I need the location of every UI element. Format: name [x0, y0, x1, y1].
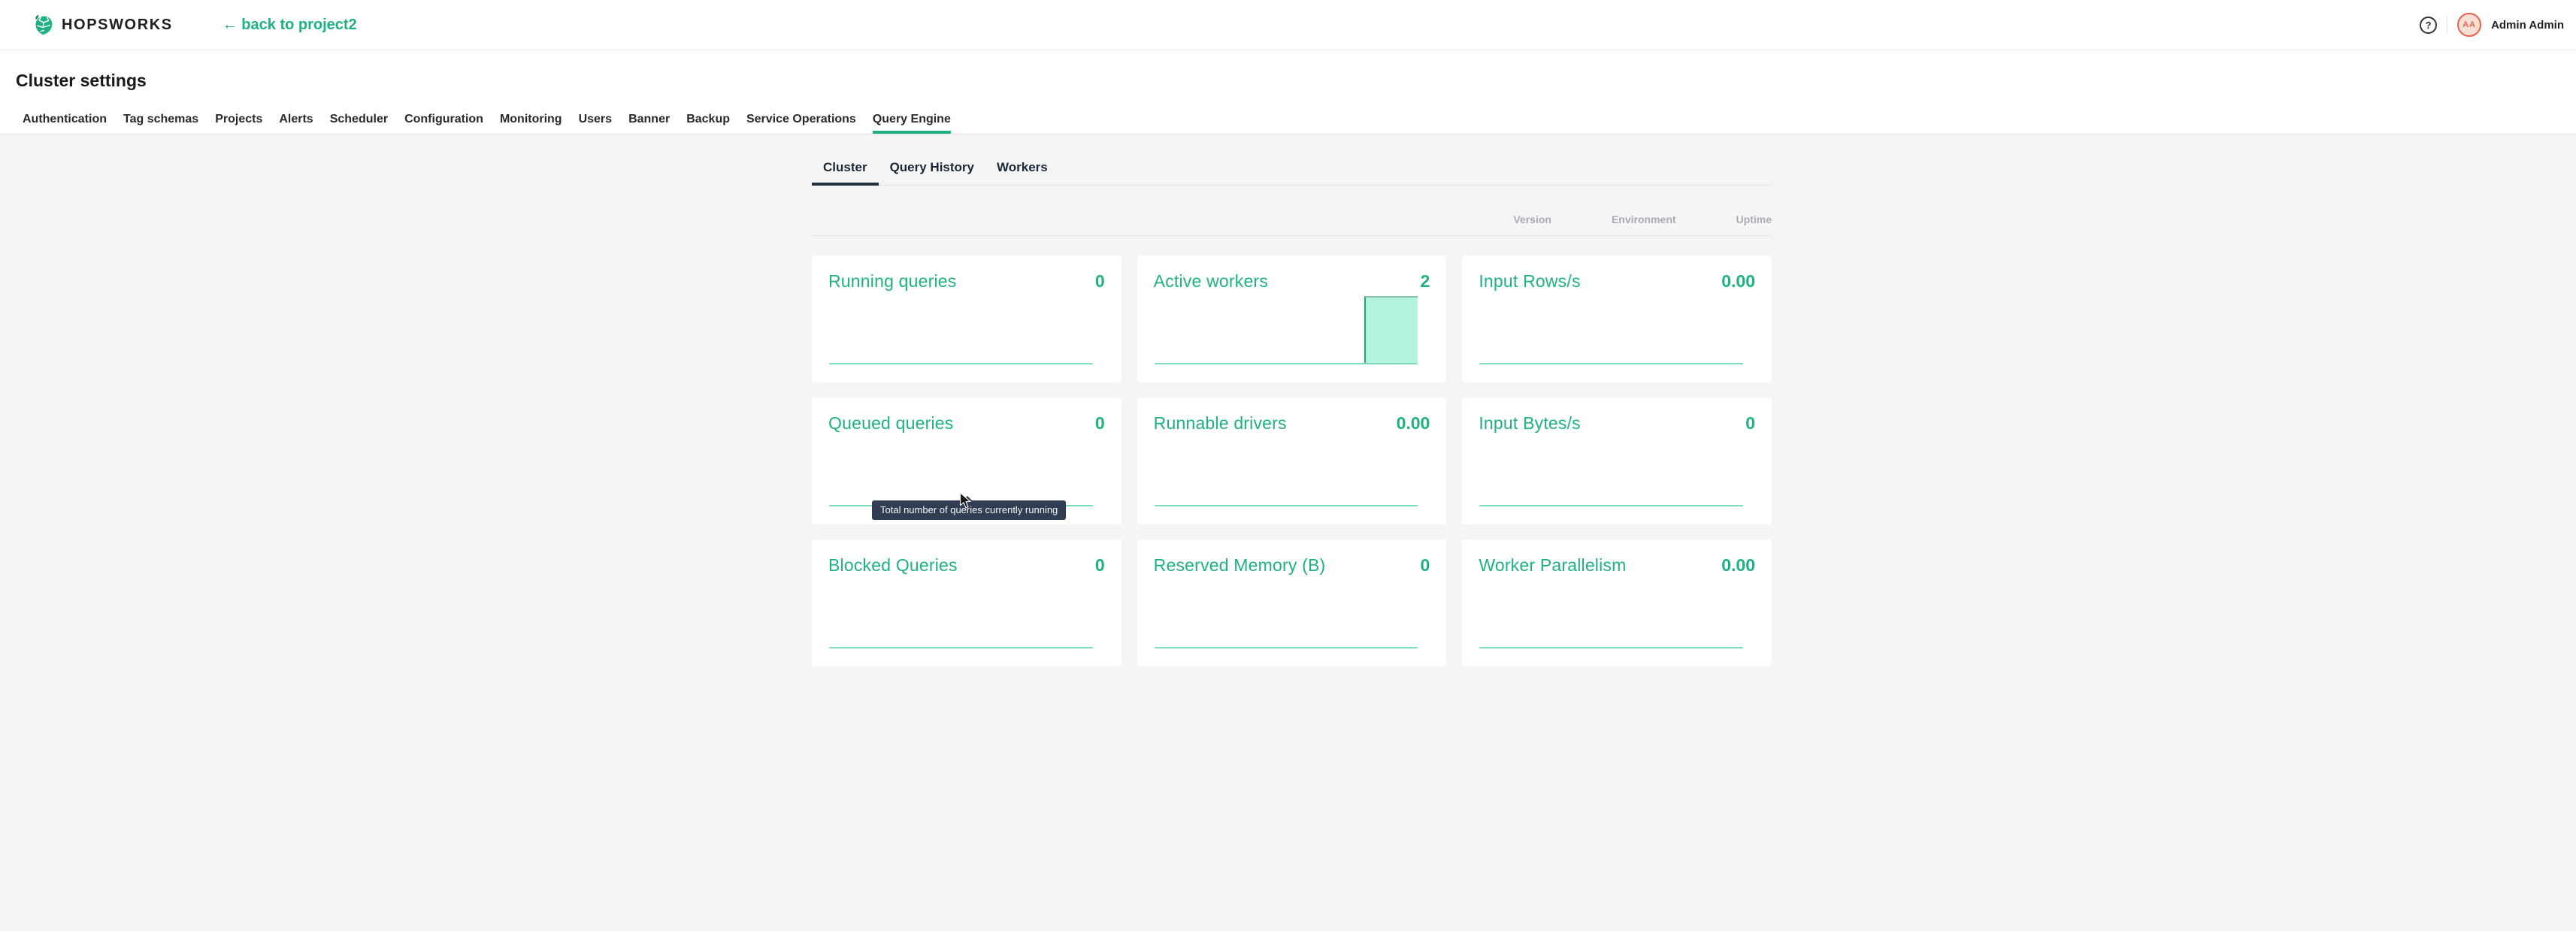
- settings-tab[interactable]: Tag schemas: [123, 113, 198, 134]
- hopsworks-logo-icon: [33, 14, 54, 36]
- settings-tab[interactable]: Banner: [628, 113, 670, 134]
- metric-card: Input Bytes/s 0: [1462, 397, 1772, 524]
- back-to-project-link[interactable]: ← back to project2: [222, 17, 357, 34]
- settings-tab[interactable]: Query Engine: [873, 113, 951, 134]
- hopsworks-logo[interactable]: HOPSWORKS: [33, 14, 173, 36]
- metric-title: Reserved Memory (B): [1154, 555, 1326, 576]
- subtab[interactable]: Query History: [879, 160, 985, 185]
- metric-value: 0.00: [1721, 555, 1755, 576]
- mouse-cursor: [959, 492, 976, 510]
- query-engine-panel: ClusterQuery HistoryWorkers Version Envir…: [812, 135, 1772, 667]
- sparkline-baseline: [1155, 505, 1418, 506]
- metric-card: Running queries 0: [812, 255, 1122, 382]
- metric-title: Worker Parallelism: [1479, 555, 1626, 576]
- sparkline-baseline: [1479, 647, 1743, 648]
- metric-title: Input Bytes/s: [1479, 413, 1581, 434]
- metric-title: Input Rows/s: [1479, 271, 1580, 292]
- topbar-right: ? AA Admin Admin: [2420, 13, 2564, 37]
- metric-card-head: Worker Parallelism 0.00: [1479, 555, 1755, 576]
- metric-card: Input Rows/s 0.00: [1462, 255, 1772, 382]
- metric-title: Queued queries: [828, 413, 953, 434]
- topbar: HOPSWORKS ← back to project2 ? AA Admin …: [0, 0, 2576, 50]
- settings-tab[interactable]: Alerts: [279, 113, 313, 134]
- settings-tab[interactable]: Authentication: [23, 113, 107, 134]
- metric-card: Blocked Queries 0: [812, 540, 1122, 667]
- brand-name: HOPSWORKS: [62, 17, 173, 34]
- sparkline-baseline: [829, 647, 1093, 648]
- settings-tab[interactable]: Backup: [686, 113, 730, 134]
- metric-card-head: Runnable drivers 0.00: [1154, 413, 1430, 434]
- metric-value: 0.00: [1397, 413, 1430, 434]
- content-area: ClusterQuery HistoryWorkers Version Envir…: [0, 135, 2576, 931]
- metric-card: Worker Parallelism 0.00: [1462, 540, 1772, 667]
- sparkline-baseline: [829, 363, 1093, 364]
- settings-tab[interactable]: Users: [579, 113, 612, 134]
- page-head: Cluster settings Authentication Tag schem…: [0, 50, 2576, 135]
- cluster-table-header: Version Environment Uptime: [812, 207, 1772, 236]
- settings-tabs: Authentication Tag schemas Projects Alerts S…: [0, 113, 2576, 134]
- metric-card-head: Queued queries 0: [828, 413, 1105, 434]
- metric-value: 0: [1095, 555, 1105, 576]
- table-column-header: Uptime: [1736, 213, 1772, 225]
- metric-title: Runnable drivers: [1154, 413, 1287, 434]
- metric-value: 0: [1095, 413, 1105, 434]
- metric-card: Reserved Memory (B) 0: [1137, 540, 1447, 667]
- metric-card-head: Blocked Queries 0: [828, 555, 1105, 576]
- metric-value: 0: [1745, 413, 1755, 434]
- metric-cards-grid: Running queries 0 Active workers 2: [812, 255, 1772, 667]
- settings-tab[interactable]: Monitoring: [500, 113, 562, 134]
- sparkline-step-area: [1364, 296, 1418, 363]
- metric-title: Blocked Queries: [828, 555, 958, 576]
- help-icon[interactable]: ?: [2420, 17, 2437, 34]
- metric-card: Runnable drivers 0.00: [1137, 397, 1447, 524]
- sparkline-baseline: [1479, 505, 1743, 506]
- metric-value: 0: [1421, 555, 1430, 576]
- metric-card-head: Input Bytes/s 0: [1479, 413, 1755, 434]
- avatar[interactable]: AA: [2457, 13, 2481, 37]
- topbar-left: HOPSWORKS ← back to project2: [33, 14, 357, 36]
- page-title: Cluster settings: [0, 50, 2576, 91]
- metric-title: Running queries: [828, 271, 957, 292]
- metric-title: Active workers: [1154, 271, 1268, 292]
- metric-card-head: Reserved Memory (B) 0: [1154, 555, 1430, 576]
- metric-value: 0.00: [1721, 271, 1755, 292]
- metric-card-head: Running queries 0: [828, 271, 1105, 292]
- settings-tab[interactable]: Projects: [215, 113, 262, 134]
- settings-tab[interactable]: Scheduler: [330, 113, 388, 134]
- query-engine-subtabs: ClusterQuery HistoryWorkers: [812, 160, 1772, 186]
- subtab[interactable]: Cluster: [812, 160, 879, 185]
- metric-card-head: Input Rows/s 0.00: [1479, 271, 1755, 292]
- sparkline-baseline: [1479, 363, 1743, 364]
- sparkline-baseline: [1155, 647, 1418, 648]
- table-column-header: Version: [1513, 213, 1551, 225]
- settings-tab[interactable]: Configuration: [404, 113, 483, 134]
- sparkline-baseline: [1155, 363, 1418, 364]
- metric-card: Active workers 2: [1137, 255, 1447, 382]
- settings-tab[interactable]: Service Operations: [746, 113, 856, 134]
- metric-value: 2: [1421, 271, 1430, 292]
- subtab[interactable]: Workers: [985, 160, 1059, 185]
- user-name[interactable]: Admin Admin: [2491, 19, 2564, 32]
- table-column-header: Environment: [1612, 213, 1676, 225]
- metric-value: 0: [1095, 271, 1105, 292]
- metric-card-head: Active workers 2: [1154, 271, 1430, 292]
